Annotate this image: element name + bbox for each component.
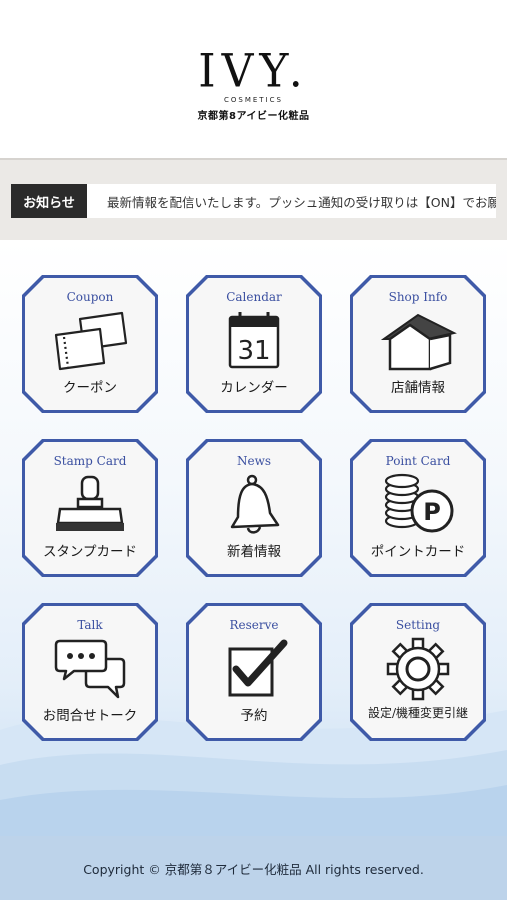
tile-title-en: News — [236, 454, 272, 468]
brand-logo: IVY. — [198, 44, 309, 99]
calendar-icon: 31 — [228, 312, 280, 369]
news-ticker[interactable]: お知らせ 最新情報を配信いたします。プッシュ通知の受け取りは【ON】でお願いしま… — [11, 184, 496, 218]
coins-point-icon: P — [384, 473, 454, 533]
tile-title-en: Stamp Card — [53, 454, 127, 468]
tile-title-en: Setting — [395, 618, 441, 632]
tile-title-jp: カレンダー — [220, 380, 288, 396]
tile-title-en: Talk — [77, 618, 103, 632]
menu-tile-talk[interactable]: Talk お問合せトーク — [22, 603, 158, 741]
tile-title-jp: お問合せトーク — [42, 708, 138, 724]
gear-icon — [386, 637, 450, 701]
tile-title-en: Calendar — [226, 290, 282, 304]
stamp-icon — [56, 475, 124, 531]
copyright-text: Copyright © 京都第８アイビー化粧品 All rights reser… — [83, 861, 424, 877]
house-icon — [380, 313, 457, 371]
calendar-day-number: 31 — [237, 336, 270, 366]
footer: Copyright © 京都第８アイビー化粧品 All rights reser… — [0, 836, 507, 900]
tile-title-en: Shop Info — [388, 290, 448, 304]
tile-title-jp: 予約 — [240, 708, 268, 724]
menu-tile-news[interactable]: News 新着情報 — [186, 439, 322, 577]
menu-tile-setting[interactable]: Setting 設定/機種変更引継 — [350, 603, 486, 741]
app-header: IVY. COSMETICS 京都第8アイビー化粧品 — [0, 0, 507, 158]
tile-title-en: Reserve — [229, 618, 279, 632]
news-strip: お知らせ 最新情報を配信いたします。プッシュ通知の受け取りは【ON】でお願いしま… — [0, 158, 507, 240]
tile-title-jp: 設定/機種変更引継 — [367, 706, 469, 720]
checkbox-icon — [228, 639, 288, 697]
menu-tile-stamp-card[interactable]: Stamp Card スタンプカード — [22, 439, 158, 577]
news-ticker-text[interactable]: 最新情報を配信いたします。プッシュ通知の受け取りは【ON】でお願いします。 — [87, 192, 496, 211]
tile-title-jp: 店舗情報 — [391, 380, 445, 396]
tile-title-en: Coupon — [66, 290, 114, 304]
menu-tile-coupon[interactable]: Coupon クーポン — [22, 275, 158, 413]
menu-tile-calendar[interactable]: Calendar 31 カレンダー — [186, 275, 322, 413]
shop-name: 京都第8アイビー化粧品 — [197, 111, 310, 122]
tile-title-jp: スタンプカード — [42, 544, 138, 560]
chat-bubbles-icon — [54, 639, 126, 699]
menu-tile-shop-info[interactable]: Shop Info 店舗情報 — [350, 275, 486, 413]
menu-tile-point-card[interactable]: Point Card P ポイントカード — [350, 439, 486, 577]
tile-title-en: Point Card — [385, 454, 451, 468]
point-letter: P — [423, 498, 441, 526]
news-label: お知らせ — [11, 184, 87, 218]
tile-title-jp: クーポン — [63, 380, 117, 396]
menu-tile-reserve[interactable]: Reserve 予約 — [186, 603, 322, 741]
menu-area: Coupon クーポン Calendar 31 カレンダー Shop Info … — [0, 240, 507, 836]
coupon-icon — [54, 311, 128, 371]
tile-title-jp: ポイントカード — [370, 544, 466, 560]
tile-title-jp: 新着情報 — [227, 544, 281, 560]
bell-icon — [230, 474, 280, 534]
